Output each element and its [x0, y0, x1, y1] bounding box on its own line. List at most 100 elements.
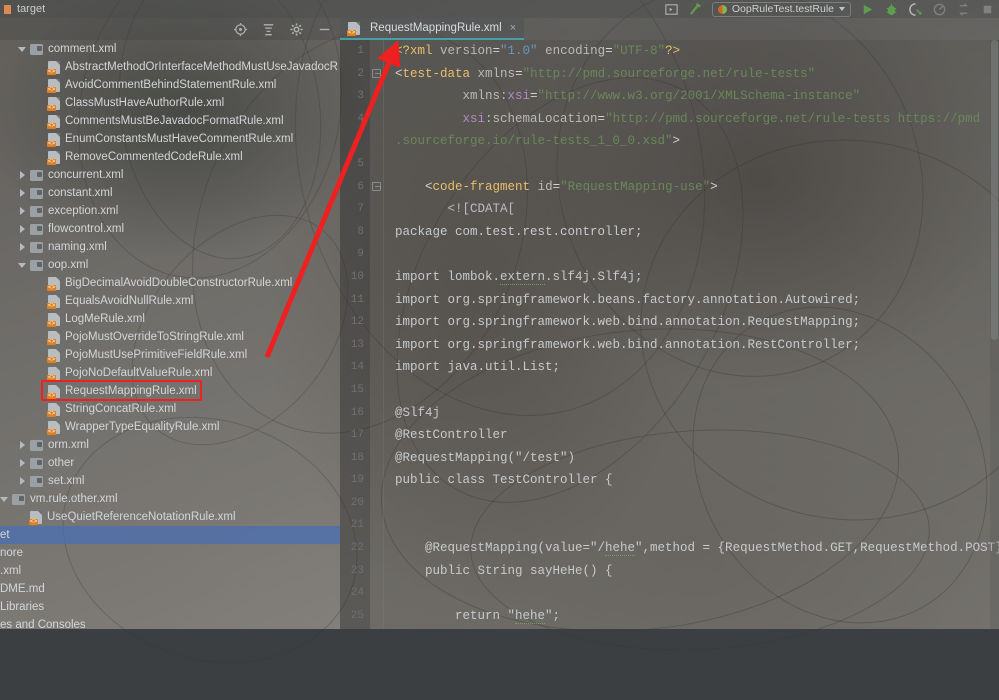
chevron-down-icon[interactable]	[18, 260, 28, 270]
code-line[interactable]: 3xmlns:xsi="http://www.w3.org/2001/XMLSc…	[340, 85, 999, 108]
tree-row[interactable]: BigDecimalAvoidDoubleConstructorRule.xml	[0, 274, 340, 292]
fold-minus-icon[interactable]	[372, 182, 382, 192]
line-number: 15	[340, 379, 364, 402]
project-tree-panel[interactable]: comment.xmlAbstractMethodOrInterfaceMeth…	[0, 40, 340, 629]
editor-tab-strip[interactable]: RequestMappingRule.xml ×	[340, 18, 999, 40]
tree-row[interactable]: CommentsMustBeJavadocFormatRule.xml	[0, 112, 340, 130]
tree-row-label: LogMeRule.xml	[65, 313, 145, 325]
code-line[interactable]: 7<![CDATA[	[340, 198, 999, 221]
chevron-down-icon[interactable]	[18, 44, 28, 54]
code-line[interactable]: 18@RequestMapping("/test")	[340, 447, 999, 470]
code-line[interactable]: 24	[340, 582, 999, 605]
tree-row[interactable]: oop.xml	[0, 256, 340, 274]
tree-row-label: PojoMustOverrideToStringRule.xml	[65, 331, 244, 343]
code-line[interactable]: 13import org.springframework.web.bind.an…	[340, 334, 999, 357]
editor-text-area[interactable]: 1<?xml version="1.0" encoding="UTF-8"?>2…	[340, 40, 999, 629]
tree-row[interactable]: comment.xml	[0, 40, 340, 58]
code-line[interactable]: 2<test-data xmlns="http://pmd.sourceforg…	[340, 63, 999, 86]
code-line[interactable]: 22@RequestMapping(value="/hehe",method =…	[340, 537, 999, 560]
code-line[interactable]: 23public String sayHeHe() {	[340, 560, 999, 583]
tree-row[interactable]: exception.xml	[0, 202, 340, 220]
run-configuration-selector[interactable]: OopRuleTest.testRule	[712, 2, 851, 17]
tab-requestmappingrule-xml[interactable]: RequestMappingRule.xml ×	[340, 18, 524, 40]
tree-row[interactable]: EqualsAvoidNullRule.xml	[0, 292, 340, 310]
collapse-all-icon[interactable]	[261, 22, 276, 37]
tree-row[interactable]: .xml	[0, 562, 340, 580]
run-icon[interactable]	[860, 2, 875, 17]
tree-row[interactable]: constant.xml	[0, 184, 340, 202]
editor-scrollbar[interactable]	[990, 40, 999, 629]
code-line[interactable]: 14import java.util.List;	[340, 356, 999, 379]
tree-row-label: vm.rule.other.xml	[30, 493, 118, 505]
chevron-right-icon[interactable]	[18, 242, 28, 252]
code-line[interactable]: 1<?xml version="1.0" encoding="UTF-8"?>	[340, 40, 999, 63]
tree-row[interactable]: PojoMustUsePrimitiveFieldRule.xml	[0, 346, 340, 364]
debug-icon[interactable]	[884, 2, 899, 17]
tree-row[interactable]: concurrent.xml	[0, 166, 340, 184]
code-line[interactable]: 17@RestController	[340, 424, 999, 447]
chevron-right-icon[interactable]	[18, 170, 28, 180]
chevron-right-icon[interactable]	[18, 440, 28, 450]
tree-row[interactable]: PojoNoDefaultValueRule.xml	[0, 364, 340, 382]
screen-icon[interactable]	[664, 2, 679, 17]
fold-minus-icon[interactable]	[372, 69, 382, 79]
code-line[interactable]: 8package com.test.rest.controller;	[340, 221, 999, 244]
code-line[interactable]: .sourceforge.io/rule-tests_1_0_0.xsd">	[340, 130, 999, 153]
code-line[interactable]: 5	[340, 153, 999, 176]
tree-row[interactable]: LogMeRule.xml	[0, 310, 340, 328]
tree-row[interactable]: orm.xml	[0, 436, 340, 454]
code-line[interactable]: 4xsi:schemaLocation="http://pmd.sourcefo…	[340, 108, 999, 131]
run-with-coverage-icon[interactable]	[908, 2, 923, 17]
tree-row[interactable]: es and Consoles	[0, 616, 340, 629]
tree-row[interactable]: ClassMustHaveAuthorRule.xml	[0, 94, 340, 112]
tree-row[interactable]: naming.xml	[0, 238, 340, 256]
tree-row[interactable]: flowcontrol.xml	[0, 220, 340, 238]
tree-row[interactable]: RequestMappingRule.xml	[0, 382, 340, 400]
tree-row[interactable]: WrapperTypeEqualityRule.xml	[0, 418, 340, 436]
tree-row[interactable]: StringConcatRule.xml	[0, 400, 340, 418]
tree-row[interactable]: DME.md	[0, 580, 340, 598]
chevron-down-icon[interactable]	[0, 494, 10, 504]
code-line[interactable]: 6<code-fragment id="RequestMapping-use">	[340, 176, 999, 199]
code-line[interactable]: 12import org.springframework.web.bind.an…	[340, 311, 999, 334]
chevron-right-icon[interactable]	[18, 206, 28, 216]
line-number: 9	[340, 243, 364, 266]
code-line[interactable]: 10import lombok.extern.slf4j.Slf4j;	[340, 266, 999, 289]
code-line[interactable]: 20	[340, 492, 999, 515]
code-line[interactable]: 15	[340, 379, 999, 402]
tree-row[interactable]: vm.rule.other.xml	[0, 490, 340, 508]
code-line[interactable]: 11import org.springframework.beans.facto…	[340, 289, 999, 312]
code-editor[interactable]: 1<?xml version="1.0" encoding="UTF-8"?>2…	[340, 40, 999, 629]
build-hammer-icon[interactable]	[688, 2, 703, 17]
tree-row[interactable]: RemoveCommentedCodeRule.xml	[0, 148, 340, 166]
hide-toolwindow-icon[interactable]	[317, 22, 332, 37]
code-line[interactable]: 16@Slf4j	[340, 402, 999, 425]
scrollbar-thumb[interactable]	[991, 40, 998, 340]
tree-row[interactable]: PojoMustOverrideToStringRule.xml	[0, 328, 340, 346]
settings-gear-icon[interactable]	[289, 22, 304, 37]
chevron-right-icon[interactable]	[18, 458, 28, 468]
tree-row[interactable]: Libraries	[0, 598, 340, 616]
close-icon[interactable]: ×	[510, 22, 516, 34]
code-line[interactable]: 21	[340, 514, 999, 537]
tree-row[interactable]: other	[0, 454, 340, 472]
tree-row[interactable]: UseQuietReferenceNotationRule.xml	[0, 508, 340, 526]
code-line[interactable]: 9	[340, 243, 999, 266]
tree-spacer	[36, 296, 46, 306]
select-opened-file-icon[interactable]	[233, 22, 248, 37]
tree-row[interactable]: EnumConstantsMustHaveCommentRule.xml	[0, 130, 340, 148]
folder-icon	[30, 242, 43, 253]
chevron-right-icon[interactable]	[18, 188, 28, 198]
project-toolwindow-toolbar[interactable]	[0, 18, 340, 40]
tree-row[interactable]: nore	[0, 544, 340, 562]
tree-row[interactable]: AbstractMethodOrInterfaceMethodMustUseJa…	[0, 58, 340, 76]
profiler-icon	[932, 2, 947, 17]
tree-row[interactable]: set.xml	[0, 472, 340, 490]
chevron-right-icon[interactable]	[18, 224, 28, 234]
tree-row[interactable]: AvoidCommentBehindStatementRule.xml	[0, 76, 340, 94]
tree-row-selected[interactable]: et	[0, 526, 340, 544]
run-toolbar[interactable]: OopRuleTest.testRule	[664, 0, 995, 18]
code-line[interactable]: 19public class TestController {	[340, 469, 999, 492]
chevron-right-icon[interactable]	[18, 476, 28, 486]
code-line[interactable]: 25return "hehe";	[340, 605, 999, 628]
